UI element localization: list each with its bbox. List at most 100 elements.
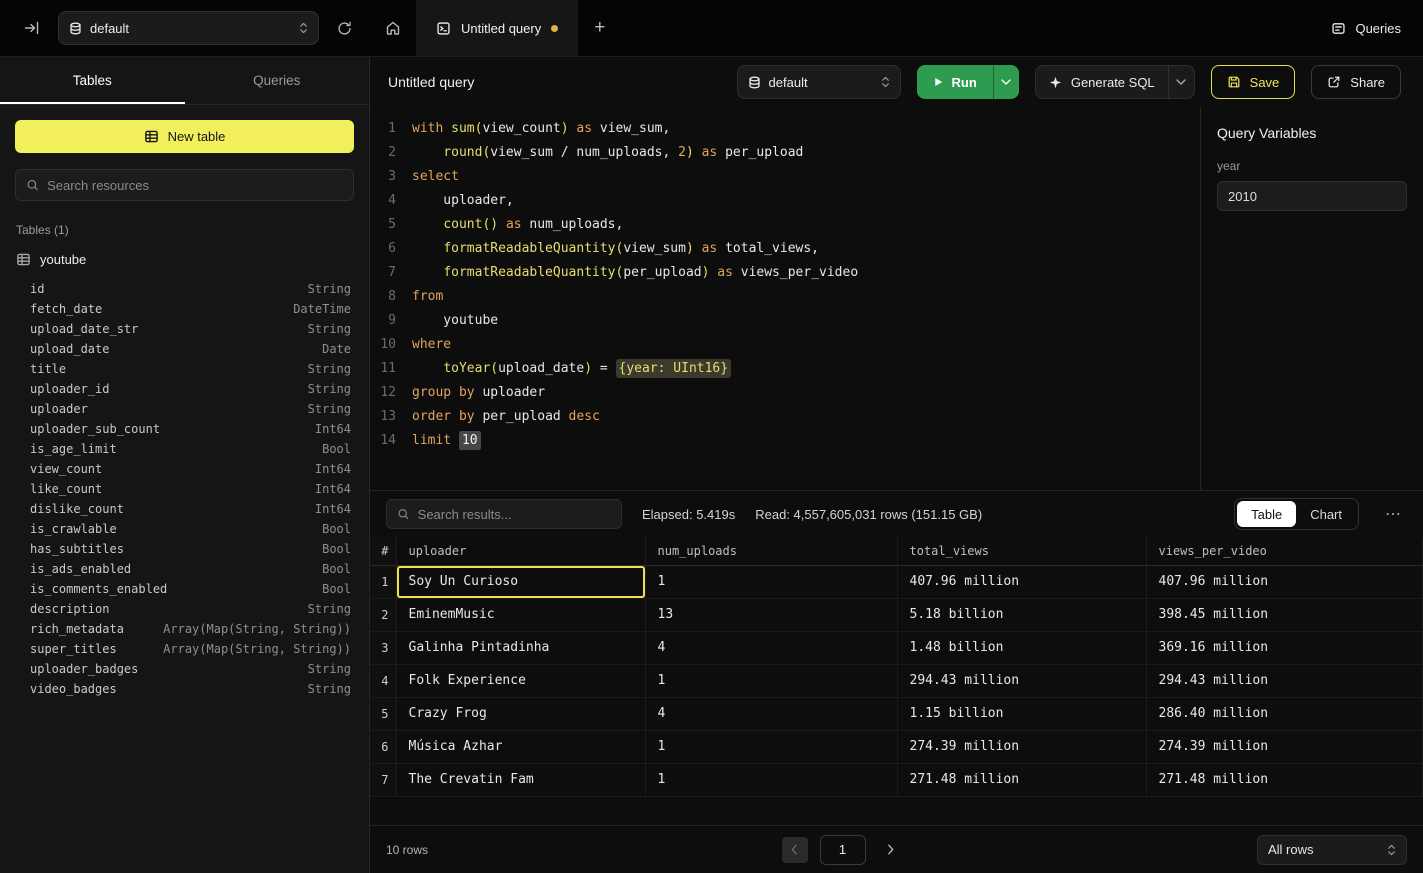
cell-uploader[interactable]: Música Azhar — [396, 730, 645, 763]
cell-views-per-video[interactable]: 286.40 million — [1146, 697, 1423, 730]
column-row[interactable]: has_subtitlesBool — [0, 539, 369, 559]
table-row[interactable]: 1Soy Un Curioso1407.96 million407.96 mil… — [370, 565, 1423, 598]
cell-uploader[interactable]: EminemMusic — [396, 598, 645, 631]
code-line[interactable]: formatReadableQuantity(view_sum) as tota… — [412, 237, 1200, 261]
column-row[interactable]: is_age_limitBool — [0, 439, 369, 459]
column-row[interactable]: uploader_badgesString — [0, 659, 369, 679]
row-number[interactable]: 5 — [370, 697, 396, 730]
column-row[interactable]: view_countInt64 — [0, 459, 369, 479]
table-row[interactable]: 5Crazy Frog41.15 billion286.40 million — [370, 697, 1423, 730]
share-button[interactable]: Share — [1311, 65, 1401, 99]
cell-total-views[interactable]: 274.39 million — [897, 730, 1146, 763]
cell-uploader[interactable]: Folk Experience — [396, 664, 645, 697]
column-row[interactable]: video_badgesString — [0, 679, 369, 699]
column-row[interactable]: idString — [0, 279, 369, 299]
table-row[interactable]: 3Galinha Pintadinha41.48 billion369.16 m… — [370, 631, 1423, 664]
code-line[interactable]: select — [412, 165, 1200, 189]
col-header-views-per-video[interactable]: views_per_video — [1146, 537, 1423, 565]
table-row[interactable]: 2EminemMusic135.18 billion398.45 million — [370, 598, 1423, 631]
prev-page-button[interactable] — [782, 837, 808, 863]
resource-search-input[interactable] — [47, 178, 343, 193]
table-row[interactable]: 4Folk Experience1294.43 million294.43 mi… — [370, 664, 1423, 697]
cell-uploader[interactable]: Galinha Pintadinha — [396, 631, 645, 664]
new-table-button[interactable]: New table — [15, 120, 354, 153]
row-number[interactable]: 1 — [370, 565, 396, 598]
row-number[interactable]: 2 — [370, 598, 396, 631]
col-header-num-uploads[interactable]: num_uploads — [645, 537, 897, 565]
table-row[interactable]: 7The Crevatin Fam1271.48 million271.48 m… — [370, 763, 1423, 796]
column-row[interactable]: super_titlesArray(Map(String, String)) — [0, 639, 369, 659]
refresh-button[interactable] — [333, 17, 356, 40]
column-row[interactable]: like_countInt64 — [0, 479, 369, 499]
sql-editor[interactable]: 1234567891011121314 with sum(view_count)… — [370, 107, 1200, 490]
cell-num-uploads[interactable]: 4 — [645, 697, 897, 730]
rows-per-page-selector[interactable]: All rows — [1257, 835, 1407, 865]
database-selector[interactable]: default — [58, 11, 319, 45]
code-line[interactable]: where — [412, 333, 1200, 357]
code-line[interactable]: youtube — [412, 309, 1200, 333]
column-row[interactable]: rich_metadataArray(Map(String, String)) — [0, 619, 369, 639]
cell-num-uploads[interactable]: 1 — [645, 730, 897, 763]
row-number[interactable]: 7 — [370, 763, 396, 796]
editor-code[interactable]: with sum(view_count) as view_sum, round(… — [400, 117, 1200, 490]
column-row[interactable]: is_comments_enabledBool — [0, 579, 369, 599]
queries-button[interactable]: Queries — [1309, 0, 1423, 56]
results-search-input[interactable] — [418, 507, 611, 522]
column-row[interactable]: descriptionString — [0, 599, 369, 619]
results-search[interactable] — [386, 499, 622, 529]
tab-queries[interactable]: Queries — [185, 57, 370, 104]
code-line[interactable]: from — [412, 285, 1200, 309]
column-row[interactable]: uploaderString — [0, 399, 369, 419]
cell-num-uploads[interactable]: 1 — [645, 664, 897, 697]
col-header-index[interactable]: # — [370, 537, 396, 565]
collapse-sidebar-button[interactable] — [20, 16, 44, 40]
resource-search[interactable] — [15, 169, 354, 201]
cell-num-uploads[interactable]: 1 — [645, 565, 897, 598]
column-row[interactable]: uploader_idString — [0, 379, 369, 399]
cell-views-per-video[interactable]: 398.45 million — [1146, 598, 1423, 631]
table-view-button[interactable]: Table — [1237, 501, 1296, 527]
column-row[interactable]: upload_dateDate — [0, 339, 369, 359]
cell-total-views[interactable]: 407.96 million — [897, 565, 1146, 598]
more-options-button[interactable]: ⋯ — [1379, 504, 1407, 524]
cell-views-per-video[interactable]: 294.43 million — [1146, 664, 1423, 697]
column-row[interactable]: uploader_sub_countInt64 — [0, 419, 369, 439]
cell-total-views[interactable]: 5.18 billion — [897, 598, 1146, 631]
cell-num-uploads[interactable]: 13 — [645, 598, 897, 631]
table-row[interactable]: 6Música Azhar1274.39 million274.39 milli… — [370, 730, 1423, 763]
chart-view-button[interactable]: Chart — [1296, 501, 1356, 527]
row-number[interactable]: 3 — [370, 631, 396, 664]
page-number-input[interactable] — [820, 835, 866, 865]
tab-tables[interactable]: Tables — [0, 57, 185, 104]
cell-uploader[interactable]: Crazy Frog — [396, 697, 645, 730]
code-line[interactable]: with sum(view_count) as view_sum, — [412, 117, 1200, 141]
code-line[interactable]: count() as num_uploads, — [412, 213, 1200, 237]
cell-uploader[interactable]: Soy Un Curioso — [396, 565, 645, 598]
row-number[interactable]: 4 — [370, 664, 396, 697]
column-row[interactable]: is_crawlableBool — [0, 519, 369, 539]
cell-views-per-video[interactable]: 274.39 million — [1146, 730, 1423, 763]
home-button[interactable] — [370, 0, 416, 56]
run-button[interactable]: Run — [917, 65, 993, 99]
generate-sql-options-button[interactable] — [1168, 66, 1194, 98]
query-database-selector[interactable]: default — [737, 65, 901, 99]
column-row[interactable]: fetch_dateDateTime — [0, 299, 369, 319]
column-row[interactable]: upload_date_strString — [0, 319, 369, 339]
cell-total-views[interactable]: 294.43 million — [897, 664, 1146, 697]
cell-total-views[interactable]: 1.48 billion — [897, 631, 1146, 664]
code-line[interactable]: uploader, — [412, 189, 1200, 213]
code-line[interactable]: formatReadableQuantity(per_upload) as vi… — [412, 261, 1200, 285]
new-tab-button[interactable]: + — [578, 0, 621, 56]
cell-views-per-video[interactable]: 271.48 million — [1146, 763, 1423, 796]
code-line[interactable]: round(view_sum / num_uploads, 2) as per_… — [412, 141, 1200, 165]
run-options-button[interactable] — [993, 65, 1019, 99]
cell-uploader[interactable]: The Crevatin Fam — [396, 763, 645, 796]
code-line[interactable]: toYear(upload_date) = {year: UInt16} — [412, 357, 1200, 381]
column-row[interactable]: dislike_countInt64 — [0, 499, 369, 519]
col-header-total-views[interactable]: total_views — [897, 537, 1146, 565]
cell-total-views[interactable]: 1.15 billion — [897, 697, 1146, 730]
cell-num-uploads[interactable]: 1 — [645, 763, 897, 796]
cell-views-per-video[interactable]: 407.96 million — [1146, 565, 1423, 598]
column-row[interactable]: is_ads_enabledBool — [0, 559, 369, 579]
code-line[interactable]: limit 10 — [412, 429, 1200, 453]
